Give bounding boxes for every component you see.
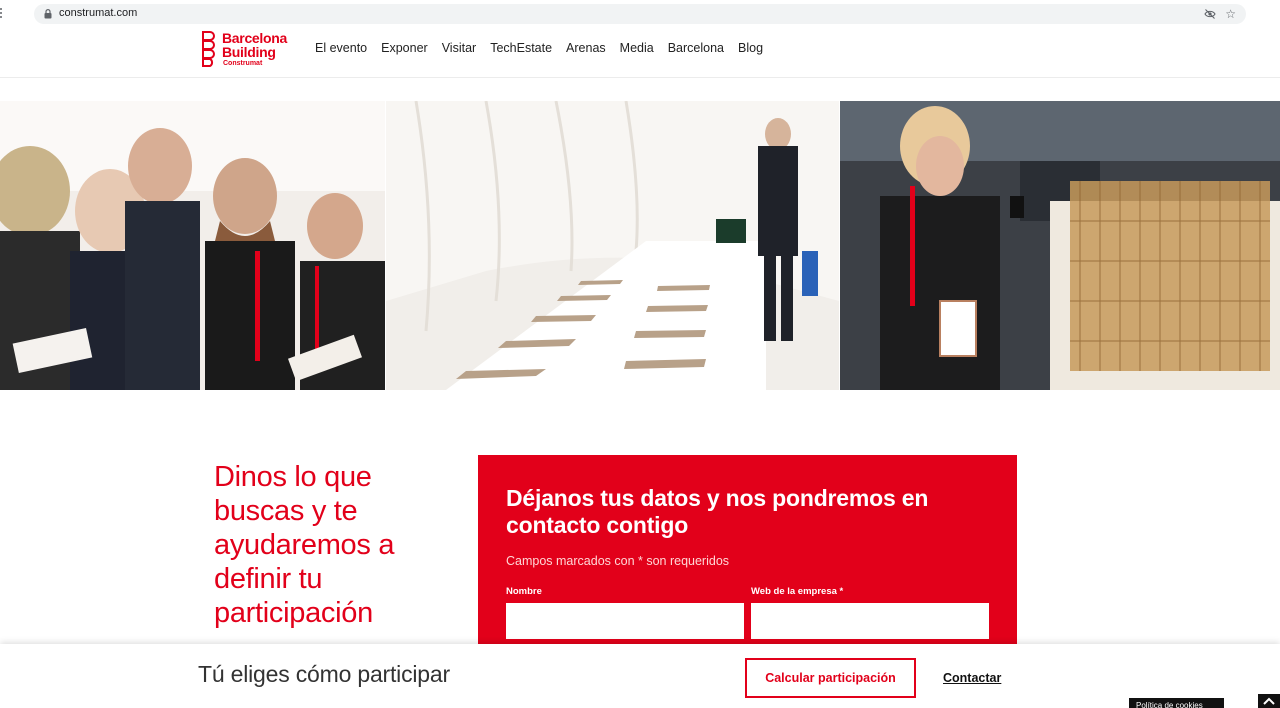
eye-off-icon[interactable] [1204, 8, 1216, 20]
nav-item-el-evento[interactable]: El evento [315, 41, 367, 55]
logo-text-construmat: Construmat [223, 60, 263, 67]
nav-item-techestate[interactable]: TechEstate [490, 41, 552, 55]
lead-heading: Dinos lo que buscas y te ayudaremos a de… [214, 461, 395, 629]
nav-item-arenas[interactable]: Arenas [566, 41, 606, 55]
cookie-policy-tab[interactable]: Política de cookies [1129, 698, 1224, 708]
required-note: Campos marcados con * son requeridos [506, 554, 730, 568]
logo-mark-icon [202, 31, 215, 67]
logo-text-building: Building [222, 44, 276, 60]
nav-item-blog[interactable]: Blog [738, 41, 763, 55]
bookmark-star-icon[interactable]: ☆ [1225, 7, 1236, 21]
lock-icon [44, 9, 52, 19]
contact-form: Déjanos tus datos y nos pondremos en con… [478, 455, 1017, 655]
form-title: Déjanos tus datos y nos pondremos en con… [506, 485, 929, 538]
photo-audience [0, 101, 385, 390]
url-text: construmat.com [59, 7, 138, 19]
field-label-web-empresa: Web de la empresa * [751, 586, 844, 597]
hero-photo-strip [0, 101, 1280, 390]
browser-bar: construmat.com ☆ [0, 0, 1280, 28]
chevron-up-icon [1263, 697, 1275, 705]
nav-item-exponer[interactable]: Exponer [381, 41, 428, 55]
sticky-title: Tú eliges cómo participar [198, 661, 450, 687]
sticky-cta-bar: Tú eliges cómo participar Calcular parti… [0, 644, 1280, 708]
nav-item-media[interactable]: Media [620, 41, 654, 55]
photo-architecture-model [840, 101, 1280, 390]
site-logo[interactable]: Barcelona Building Construmat [202, 31, 302, 69]
menu-dots-icon[interactable] [0, 8, 4, 20]
nav-item-visitar[interactable]: Visitar [442, 41, 477, 55]
address-bar[interactable]: construmat.com ☆ [34, 4, 1246, 24]
nav-item-barcelona[interactable]: Barcelona [668, 41, 724, 55]
calcular-participacion-button[interactable]: Calcular participación [745, 658, 916, 698]
web-empresa-input[interactable] [751, 603, 989, 639]
nombre-input[interactable] [506, 603, 744, 639]
site-header: Barcelona Building Construmat El evento … [0, 28, 1280, 78]
field-label-nombre: Nombre [506, 586, 542, 597]
photo-exhibition-table [386, 101, 839, 390]
scroll-top-button[interactable] [1258, 694, 1280, 708]
contactar-link[interactable]: Contactar [943, 671, 1001, 685]
main-nav: El evento Exponer Visitar TechEstate Are… [315, 41, 777, 55]
